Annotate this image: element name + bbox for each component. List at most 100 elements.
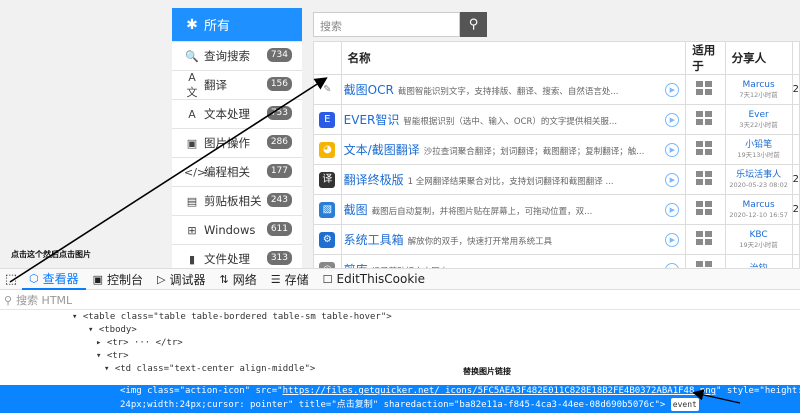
share-time: 3天22小时前 xyxy=(739,120,778,129)
share-time: 19天2小时前 xyxy=(739,240,778,249)
event-badge[interactable]: event xyxy=(670,398,699,411)
header-name[interactable]: 名称 xyxy=(340,41,687,75)
windows-grid-icon xyxy=(696,201,714,215)
row-for-cell xyxy=(685,224,726,255)
action-icon[interactable]: ◕ xyxy=(319,142,336,158)
row-for-cell xyxy=(685,134,726,165)
header-icon-col xyxy=(313,41,342,75)
sidebar-item[interactable]: 🔍 查询搜索 734 xyxy=(172,42,302,71)
windows-icon: ⊞ xyxy=(187,223,197,237)
action-icon[interactable]: ✎ xyxy=(319,82,336,98)
dom-tree-node[interactable]: ▾ <td class="text-center align-middle"> xyxy=(0,363,800,376)
html-search-input[interactable]: ⚲ 搜索 HTML xyxy=(0,291,800,310)
dom-tree-node[interactable]: ▾ <tbody> xyxy=(0,324,800,337)
header-user[interactable]: 分享人 xyxy=(724,41,793,75)
share-time: 19天13小时前 xyxy=(737,150,780,159)
devtools-tab[interactable]: ⬡ 查看器 xyxy=(22,268,86,290)
action-icon[interactable]: ⚙ xyxy=(319,232,336,248)
action-title-link[interactable]: 文本/截图翻译 xyxy=(344,143,420,157)
row-extra-cell: 2 xyxy=(791,74,800,105)
play-icon[interactable]: ▶ xyxy=(665,202,680,217)
devtools-tab-label: 调试器 xyxy=(169,272,206,287)
sharer-link[interactable]: Ever xyxy=(726,110,792,121)
table-row[interactable]: ◕ 文本/截图翻译 沙拉查词聚合翻译；划词翻译；截图翻译；复制翻译；触... ▶ 小铅笔… xyxy=(313,134,800,165)
sidebar-top-strip xyxy=(172,0,302,8)
devtools-tab[interactable]: ▣ 控制台 xyxy=(86,268,150,290)
element-picker-button[interactable]: ⬚ xyxy=(0,272,22,287)
table-row[interactable]: ⚙ 系统工具箱 解放你的双手，快速打开常用系统工具 ▶ KBC 19天2小时前 xyxy=(313,224,800,255)
action-description: 截图后自动复制，并将图片贴在屏幕上，可拖动位置，双... xyxy=(371,207,593,217)
header-extra xyxy=(791,41,800,75)
sidebar-item-label: Windows xyxy=(204,223,256,237)
sidebar-item[interactable]: A 文本处理 753 xyxy=(172,100,302,129)
sharer-link[interactable]: Marcus xyxy=(726,200,792,211)
sidebar-item[interactable]: </> 编程相关 177 xyxy=(172,158,302,187)
table-row[interactable]: ✎ 截图OCR 截图智能识别文字，支持排版、翻译、搜索、自然语言处... ▶ Marcu… xyxy=(313,74,800,105)
action-title-link[interactable]: 翻译终极版 xyxy=(344,173,404,187)
checkbox-icon: ☐ xyxy=(322,272,333,286)
search-input[interactable]: 搜索 xyxy=(313,12,460,37)
count-badge: 177 xyxy=(266,164,292,178)
table-row[interactable]: 译翻译终极版 1 全网翻译结果聚合对比，支持划词翻译和截图翻译 ... ▶ 乐坛活事人… xyxy=(313,164,800,195)
sidebar-item-label: 所有 xyxy=(204,19,231,34)
action-title-link[interactable]: 截图 xyxy=(344,203,368,217)
action-icon[interactable]: 译 xyxy=(319,172,336,188)
action-title-link[interactable]: 截图OCR xyxy=(344,83,394,97)
devtools-tab-label: 存储 xyxy=(284,272,309,287)
play-icon[interactable]: ▶ xyxy=(665,112,680,127)
play-icon[interactable]: ▶ xyxy=(665,232,680,247)
row-for-cell xyxy=(685,164,726,195)
devtools-tab[interactable]: ⇅ 网络 xyxy=(213,268,264,290)
sidebar-item[interactable]: A文 翻译 156 xyxy=(172,71,302,100)
row-icon-cell: ⚙ xyxy=(313,224,342,255)
search-button[interactable]: ⚲ xyxy=(460,12,487,37)
inspector-icon: ⬡ xyxy=(29,271,39,285)
sharer-link[interactable]: Marcus xyxy=(726,80,792,91)
row-icon-cell: ◕ xyxy=(313,134,342,165)
play-icon[interactable]: ▶ xyxy=(665,172,680,187)
action-description: 智能根据识别（选中、输入、OCR）的文字提供相关服... xyxy=(403,117,618,127)
row-user-cell: Marcus 7天12小时前 xyxy=(724,74,793,105)
row-icon-cell: ✎ xyxy=(313,74,342,105)
row-name-cell: 文本/截图翻译 沙拉查词聚合翻译；划词翻译；截图翻译；复制翻译；触... ▶ xyxy=(340,134,687,165)
table-row[interactable]: E EVER智识 智能根据识别（选中、输入、OCR）的文字提供相关服... ▶ Ever… xyxy=(313,104,800,135)
action-title-link[interactable]: 系统工具箱 xyxy=(344,233,404,247)
count-badge: 313 xyxy=(266,251,292,265)
sidebar-item[interactable]: ⊞ Windows 611 xyxy=(172,216,302,245)
selected-dom-node[interactable]: <img class="action-icon" src="https://fi… xyxy=(0,385,800,413)
clipboard-icon: ▤ xyxy=(186,194,198,208)
action-title-link[interactable]: EVER智识 xyxy=(344,113,400,127)
devtools-tab-label: 网络 xyxy=(232,272,257,287)
sidebar-item[interactable]: ▣ 图片操作 286 xyxy=(172,129,302,158)
star-icon: ✱ xyxy=(186,16,198,33)
action-icon[interactable]: E xyxy=(319,112,336,128)
action-description: 1 全网翻译结果聚合对比，支持划词翻译和截图翻译 ... xyxy=(407,177,614,187)
dom-tree: ▾ <table class="table table-bordered tab… xyxy=(0,311,800,376)
devtools-tab[interactable]: ▷ 调试器 xyxy=(150,268,212,290)
windows-grid-icon xyxy=(696,231,714,245)
action-icon[interactable]: ▧ xyxy=(319,202,336,218)
sharer-link[interactable]: 小铅笔 xyxy=(726,140,792,151)
replace-link-annotation: 替换图片链接 xyxy=(463,367,511,376)
row-icon-cell: ▧ xyxy=(313,194,342,225)
play-icon[interactable]: ▶ xyxy=(665,82,680,97)
sharer-link[interactable]: KBC xyxy=(726,230,792,241)
sidebar-item[interactable]: ✱ 所有 xyxy=(172,8,302,42)
sidebar-item[interactable]: ▤ 剪贴板相关 243 xyxy=(172,187,302,216)
sidebar-item-label: 翻译 xyxy=(204,78,227,92)
row-name-cell: 截图 截图后自动复制，并将图片贴在屏幕上，可拖动位置，双... ▶ xyxy=(340,194,687,225)
devtools-tab[interactable]: ☰ 存储 xyxy=(264,268,316,290)
dom-tree-node[interactable]: ▾ <tr> xyxy=(0,350,800,363)
image-src-link[interactable]: https://files.getquicker.net/_icons/5FC5… xyxy=(283,386,716,396)
devtools-tab[interactable]: ☐ EditThisCookie xyxy=(316,268,432,290)
devtools-tab-label: EditThisCookie xyxy=(336,272,426,286)
sidebar-item-label: 查询搜索 xyxy=(204,49,250,63)
play-icon[interactable]: ▶ xyxy=(665,142,680,157)
dom-tree-node[interactable]: ▾ <table class="table table-bordered tab… xyxy=(0,311,800,324)
img-tag-rest: 24px;width:24px;cursor: pointer" title="… xyxy=(120,400,666,410)
header-for[interactable]: 适用于 xyxy=(685,41,726,75)
table-row[interactable]: ▧ 截图 截图后自动复制，并将图片贴在屏幕上，可拖动位置，双... ▶ Marcus 20… xyxy=(313,194,800,225)
sidebar-item-label: 文件处理 xyxy=(204,252,250,266)
sharer-link[interactable]: 乐坛活事人 xyxy=(726,170,792,181)
dom-tree-node[interactable]: ▸ <tr> ··· </tr> xyxy=(0,337,800,350)
